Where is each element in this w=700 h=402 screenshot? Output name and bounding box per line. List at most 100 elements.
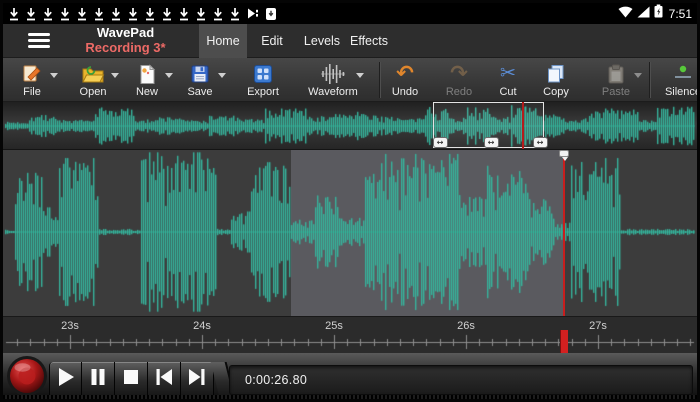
ruler-label: 25s xyxy=(317,320,351,332)
skip-to-start-button[interactable] xyxy=(148,362,181,397)
toolbar-label: Waveform xyxy=(300,86,366,98)
paste-icon xyxy=(588,59,644,85)
ruler-label: 27s xyxy=(581,320,615,332)
ruler-label: 24s xyxy=(185,320,219,332)
toolbar-label: New xyxy=(119,86,175,98)
toolbar-label: Cut xyxy=(483,86,533,98)
dropdown-caret-icon xyxy=(111,73,119,78)
tab-home[interactable]: Home xyxy=(199,24,247,58)
document-title: Recording 3* xyxy=(53,40,198,55)
selection-handle[interactable]: ↔ xyxy=(484,137,499,148)
play-button[interactable] xyxy=(49,362,82,397)
pause-icon xyxy=(89,367,107,392)
app-header: WavePad Recording 3* HomeEditLevelsEffec… xyxy=(3,24,697,58)
overview-waveform-strip[interactable]: ↔ ↔ ↔ xyxy=(3,102,697,150)
app-title: WavePad xyxy=(53,25,198,40)
silence-icon xyxy=(653,59,697,85)
selection-handle[interactable]: ↔ xyxy=(533,137,548,148)
stop-icon xyxy=(122,368,140,391)
wifi-icon xyxy=(618,5,633,23)
cut-icon: ✂ xyxy=(483,59,533,85)
overview-playhead xyxy=(522,102,524,149)
time-display: 0:00:26.80 xyxy=(230,373,307,387)
toolbar-button-export[interactable]: Export xyxy=(235,59,291,101)
ruler-label: 23s xyxy=(53,320,87,332)
download-icon xyxy=(144,7,156,21)
toolbar-button-waveform[interactable]: Waveform xyxy=(300,59,366,101)
toolbar-label: Paste xyxy=(588,86,644,98)
export-icon xyxy=(235,59,291,85)
toolbar-separator xyxy=(379,62,380,98)
tab-effects[interactable]: Effects xyxy=(345,24,393,58)
title-block: WavePad Recording 3* xyxy=(53,25,198,56)
pause-button[interactable] xyxy=(82,362,115,397)
timeline-ruler[interactable]: 23s 24s 25s 26s 27s xyxy=(3,316,697,353)
download-icon xyxy=(8,7,20,21)
folder-open-icon xyxy=(65,59,121,85)
toolbar-button-new[interactable]: New xyxy=(119,59,175,101)
waveform-icon xyxy=(300,59,366,85)
system-status-icons: 7:51 xyxy=(618,3,692,24)
download-icon xyxy=(42,7,54,21)
skip-to-start-icon xyxy=(154,367,174,392)
toolbar-label: Save xyxy=(172,86,228,98)
toolbar-label: Open xyxy=(65,86,121,98)
time-display-box: 0:00:26.80 xyxy=(229,365,693,395)
toolbar: File OpenNewSave Export Waveform ↶Undo↷Redo✂… xyxy=(3,58,697,102)
download-icon xyxy=(212,7,224,21)
skip-to-end-button[interactable] xyxy=(181,362,214,397)
ruler-playhead-marker[interactable] xyxy=(560,330,568,354)
tab-levels[interactable]: Levels xyxy=(299,24,345,58)
download-icon xyxy=(93,7,105,21)
cursor-handle-icon[interactable] xyxy=(559,150,569,157)
toolbar-label: Silence xyxy=(653,86,697,98)
toolbar-button-save[interactable]: Save xyxy=(172,59,228,101)
toolbar-separator xyxy=(649,62,650,98)
tab-edit[interactable]: Edit xyxy=(251,24,293,58)
selection-handle[interactable]: ↔ xyxy=(433,137,448,148)
download-icon xyxy=(110,7,122,21)
download-icon xyxy=(161,7,173,21)
download-icon xyxy=(127,7,139,21)
toolbar-button-file[interactable]: File xyxy=(4,59,60,101)
download-icon xyxy=(25,7,37,21)
toolbar-button-paste[interactable]: Paste xyxy=(588,59,644,101)
undo-icon: ↶ xyxy=(379,59,431,85)
playback-cursor[interactable] xyxy=(563,157,565,316)
main-waveform-canvas[interactable] xyxy=(3,150,697,316)
toolbar-button-redo[interactable]: ↷Redo xyxy=(433,59,485,101)
toolbar-label: Redo xyxy=(433,86,485,98)
download-icon xyxy=(195,7,207,21)
toolbar-button-copy[interactable]: Copy xyxy=(530,59,582,101)
dropdown-caret-icon xyxy=(356,73,364,78)
toolbar-label: Copy xyxy=(530,86,582,98)
redo-icon: ↷ xyxy=(433,59,485,85)
status-bar: 7:51 xyxy=(3,3,697,24)
cellular-signal-icon xyxy=(637,5,650,23)
dropdown-caret-icon xyxy=(50,73,58,78)
download-icon xyxy=(59,7,71,21)
toolbar-button-silence[interactable]: Silence xyxy=(653,59,697,101)
dropdown-caret-icon xyxy=(634,73,642,78)
menu-icon[interactable] xyxy=(28,33,50,50)
stop-button[interactable] xyxy=(115,362,148,397)
toolbar-label: File xyxy=(4,86,60,98)
new-document-icon xyxy=(119,59,175,85)
ruler-label: 26s xyxy=(449,320,483,332)
main-waveform-view[interactable] xyxy=(3,150,697,316)
save-icon xyxy=(172,59,228,85)
app-box-icon xyxy=(265,7,277,21)
download-icon xyxy=(76,7,88,21)
playback-buttons xyxy=(49,362,214,397)
toolbar-label: Export xyxy=(235,86,291,98)
toolbar-label: Undo xyxy=(379,86,431,98)
record-button[interactable] xyxy=(6,355,48,397)
copy-icon xyxy=(530,59,582,85)
clock: 7:51 xyxy=(669,7,692,21)
toolbar-button-open[interactable]: Open xyxy=(65,59,121,101)
overview-waveform-canvas[interactable] xyxy=(3,102,697,150)
toolbar-button-undo[interactable]: ↶Undo xyxy=(379,59,431,101)
download-icon xyxy=(229,7,241,21)
dropdown-caret-icon xyxy=(218,73,226,78)
toolbar-button-cut[interactable]: ✂Cut xyxy=(483,59,533,101)
